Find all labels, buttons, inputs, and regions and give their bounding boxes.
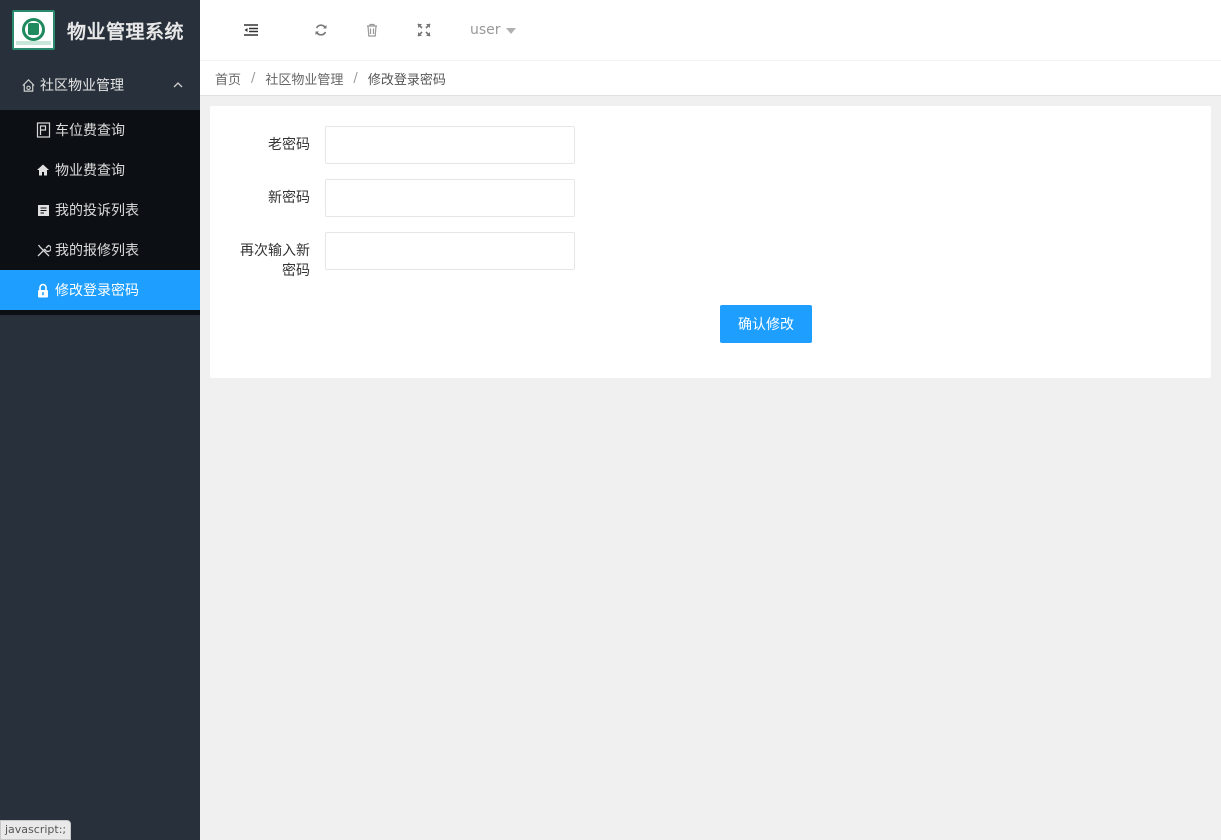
sidebar-item-change-password[interactable]: 修改登录密码: [0, 270, 200, 310]
sidebar-item-parking-fee[interactable]: 车位费查询: [0, 110, 200, 150]
sidebar-item-label: 物业费查询: [55, 163, 125, 179]
chevron-up-icon: [172, 79, 184, 91]
parking-icon: [35, 122, 51, 138]
new-password-label: 新密码: [268, 190, 310, 206]
caret-down-icon: [505, 28, 516, 34]
confirm-change-button[interactable]: 确认修改: [720, 305, 812, 343]
complaint-icon: [35, 202, 51, 218]
confirm-password-label-line2: 密码: [282, 263, 310, 279]
sidebar: 物业管理系统 社区物业管理 车位费查询 物业费查询 我的投诉列表 我的报修列表 …: [0, 0, 200, 840]
menu-group-community[interactable]: 社区物业管理: [0, 60, 200, 110]
menu-group-label: 社区物业管理: [40, 78, 124, 94]
refresh-icon[interactable]: [311, 20, 331, 40]
user-menu[interactable]: user: [470, 20, 516, 40]
home-outline-icon: [20, 77, 36, 93]
sidebar-item-label: 修改登录密码: [55, 283, 139, 299]
breadcrumb: 首页 / 社区物业管理 / 修改登录密码: [200, 60, 1221, 96]
top-header: user: [200, 0, 1221, 60]
breadcrumb-home[interactable]: 首页: [215, 69, 241, 88]
sidebar-item-label: 我的报修列表: [55, 243, 139, 259]
logo-area: 物业管理系统: [0, 0, 200, 60]
breadcrumb-current: 修改登录密码: [367, 72, 446, 88]
form-row-old-password: 老密码: [210, 135, 310, 155]
old-password-label: 老密码: [268, 137, 310, 153]
sidebar-item-property-fee[interactable]: 物业费查询: [0, 150, 200, 190]
submenu-divider: [0, 310, 200, 315]
trash-icon[interactable]: [362, 20, 382, 40]
menu-toggle-icon[interactable]: [241, 20, 261, 40]
logo-image: [12, 10, 55, 50]
sidebar-item-complaints[interactable]: 我的投诉列表: [0, 190, 200, 230]
confirm-password-label-line1: 再次输入新: [240, 243, 310, 259]
breadcrumb-community[interactable]: 社区物业管理: [265, 69, 343, 88]
sidebar-item-label: 我的投诉列表: [55, 203, 139, 219]
sidebar-item-repairs[interactable]: 我的报修列表: [0, 230, 200, 270]
sidebar-item-label: 车位费查询: [55, 123, 125, 139]
password-form-card: 老密码 新密码 再次输入新 密码 确认修改: [210, 106, 1211, 378]
fullscreen-icon[interactable]: [414, 20, 434, 40]
breadcrumb-separator: /: [353, 70, 358, 86]
new-password-input[interactable]: [325, 179, 575, 217]
form-row-confirm-password: 再次输入新 密码: [210, 241, 310, 281]
lock-icon: [35, 282, 51, 298]
confirm-password-input[interactable]: [325, 232, 575, 270]
form-row-new-password: 新密码: [210, 188, 310, 208]
confirm-password-label: 再次输入新 密码: [210, 241, 310, 281]
old-password-input[interactable]: [325, 126, 575, 164]
app-title: 物业管理系统: [67, 20, 185, 43]
house-icon: [35, 162, 51, 178]
user-name: user: [470, 22, 501, 38]
repair-tools-icon: [35, 242, 51, 258]
submenu: 车位费查询 物业费查询 我的投诉列表 我的报修列表 修改登录密码: [0, 110, 200, 315]
status-bar-url: javascript:;: [0, 820, 72, 840]
breadcrumb-separator: /: [251, 70, 256, 86]
